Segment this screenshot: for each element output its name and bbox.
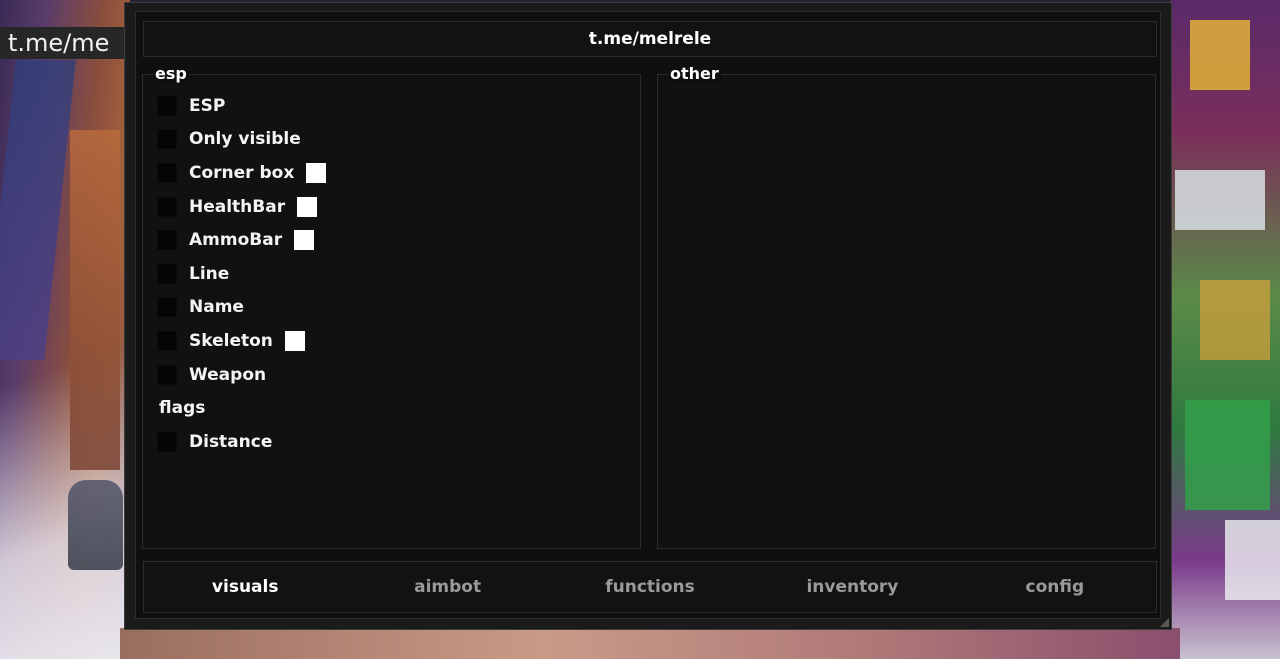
tab-visuals[interactable]: visuals xyxy=(144,562,346,612)
esp-checkbox[interactable] xyxy=(157,95,177,116)
resize-grip-icon[interactable] xyxy=(1160,618,1169,627)
corner-box-checkbox[interactable] xyxy=(157,162,177,183)
background-pillar-shape xyxy=(70,130,120,470)
tab-inventory[interactable]: inventory xyxy=(751,562,953,612)
option-weapon[interactable]: Weapon xyxy=(157,358,326,392)
esp-label: ESP xyxy=(189,95,226,116)
background-block xyxy=(1225,520,1280,600)
esp-group-title: esp xyxy=(153,64,189,84)
healthbar-checkbox[interactable] xyxy=(157,196,177,217)
window-content: t.me/melrele esp ESP Only visible Corner b… xyxy=(135,11,1161,619)
only-visible-checkbox[interactable] xyxy=(157,129,177,150)
background-overlay-label: t.me/me xyxy=(0,27,140,59)
tab-functions[interactable]: functions xyxy=(549,562,751,612)
background-block xyxy=(1190,20,1250,90)
background-left-scene xyxy=(0,0,130,659)
only-visible-label: Only visible xyxy=(189,129,301,150)
option-healthbar[interactable]: HealthBar xyxy=(157,190,326,224)
name-label: Name xyxy=(189,297,244,318)
background-character xyxy=(68,480,123,570)
line-checkbox[interactable] xyxy=(157,263,177,284)
option-line[interactable]: Line xyxy=(157,257,326,291)
distance-checkbox[interactable] xyxy=(157,431,177,452)
corner-box-label: Corner box xyxy=(189,162,295,183)
background-block xyxy=(1175,170,1265,230)
weapon-label: Weapon xyxy=(189,364,267,385)
background-floor xyxy=(120,628,1180,659)
skeleton-label: Skeleton xyxy=(189,330,273,351)
option-corner-box[interactable]: Corner box xyxy=(157,156,327,190)
ammobar-label: AmmoBar xyxy=(189,230,283,251)
skeleton-checkbox[interactable] xyxy=(157,330,177,351)
background-right-scene xyxy=(1170,0,1280,659)
tab-aimbot[interactable]: aimbot xyxy=(346,562,548,612)
healthbar-label: HealthBar xyxy=(189,196,286,217)
tab-bar: visuals aimbot functions inventory config xyxy=(143,561,1157,613)
esp-options-list: ESP Only visible Corner box HealthBar AmmoBa… xyxy=(157,89,327,459)
option-skeleton[interactable]: Skeleton xyxy=(157,324,326,358)
window-title[interactable]: t.me/melrele xyxy=(143,21,1157,57)
background-block xyxy=(1200,280,1270,360)
background-block xyxy=(1185,400,1270,510)
option-distance[interactable]: Distance xyxy=(157,425,326,459)
healthbar-color-picker[interactable] xyxy=(297,196,318,217)
option-esp[interactable]: ESP xyxy=(157,89,326,123)
weapon-checkbox[interactable] xyxy=(157,364,177,385)
tab-config[interactable]: config xyxy=(954,562,1156,612)
skeleton-color-picker[interactable] xyxy=(284,330,305,351)
option-name[interactable]: Name xyxy=(157,291,326,325)
other-group: other xyxy=(657,64,1156,549)
cheat-menu-window[interactable]: t.me/melrele esp ESP Only visible Corner b… xyxy=(124,2,1172,630)
line-label: Line xyxy=(189,263,230,284)
option-ammobar[interactable]: AmmoBar xyxy=(157,223,326,257)
background-window-shape xyxy=(0,60,76,360)
name-checkbox[interactable] xyxy=(157,297,177,318)
flags-section: flags xyxy=(157,391,326,425)
option-only-visible[interactable]: Only visible xyxy=(157,123,326,157)
distance-label: Distance xyxy=(189,431,273,452)
ammobar-checkbox[interactable] xyxy=(157,230,177,251)
flags-section-label: flags xyxy=(159,398,206,419)
esp-group: esp ESP Only visible Corner box HealthBar Am… xyxy=(142,64,641,549)
other-group-title: other xyxy=(668,64,721,84)
ammobar-color-picker[interactable] xyxy=(294,230,315,251)
corner-box-color-picker[interactable] xyxy=(306,162,327,183)
